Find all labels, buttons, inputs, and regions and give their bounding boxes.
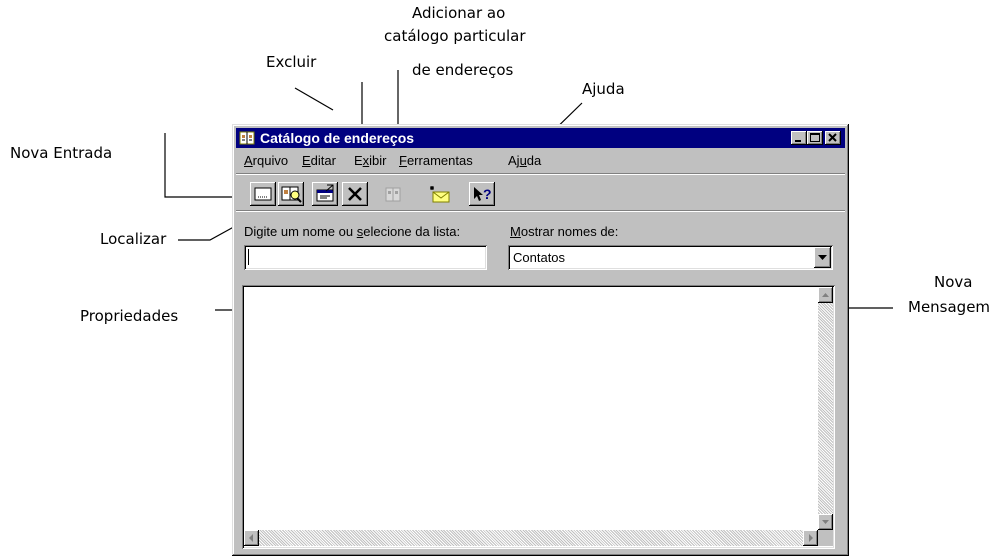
new-entry-button[interactable]: [250, 182, 276, 206]
scroll-down-button[interactable]: [818, 514, 833, 530]
label-nova-entrada: Nova Entrada: [10, 144, 113, 162]
label-propriedades: Propriedades: [80, 307, 179, 325]
menu-separator: [236, 173, 845, 175]
arrow-left-icon: [249, 534, 253, 542]
delete-button[interactable]: [342, 182, 368, 206]
menu-ajuda[interactable]: Ajuda: [508, 153, 541, 169]
menu-ferramentas[interactable]: Ferramentas: [399, 153, 473, 169]
properties-icon: [316, 184, 334, 202]
menu-exibir[interactable]: Exibir: [354, 153, 387, 169]
horizontal-scrollbar[interactable]: [244, 530, 818, 546]
properties-button[interactable]: [312, 182, 338, 206]
show-names-select[interactable]: Contatos: [508, 245, 833, 270]
label-adicionar-2: catálogo particular: [384, 27, 526, 45]
scroll-right-button[interactable]: [803, 530, 818, 546]
delete-icon: [348, 187, 362, 201]
address-book-icon: [239, 131, 255, 145]
close-icon: [828, 133, 837, 142]
size-grip: [818, 530, 833, 546]
address-book-window: Catálogo de endereços Arquivo Editar Exi…: [232, 124, 849, 556]
label-excluir: Excluir: [266, 53, 317, 71]
label-adicionar-1: Adicionar ao: [412, 4, 506, 22]
add-to-personal-book-button[interactable]: [380, 182, 406, 206]
maximize-icon: [810, 133, 820, 142]
label-adicionar-3: de endereços: [412, 61, 514, 79]
whats-this-help-icon: ?: [474, 186, 492, 202]
help-button[interactable]: ?: [469, 182, 495, 206]
toolbar-separator: [236, 210, 845, 212]
search-label: Digite um nome ou selecione da lista:: [244, 224, 461, 239]
menu-bar: Arquivo Editar Exibir Ferramentas Ajuda: [236, 151, 845, 171]
dropdown-button[interactable]: [814, 247, 831, 268]
new-message-button[interactable]: [427, 182, 453, 206]
scroll-left-button[interactable]: [244, 530, 259, 546]
label-ajuda: Ajuda: [582, 80, 625, 98]
contacts-list[interactable]: [242, 285, 835, 549]
add-to-personal-book-icon: [385, 187, 401, 202]
show-names-value: Contatos: [513, 250, 566, 265]
scroll-up-button[interactable]: [818, 287, 833, 303]
new-message-icon: [430, 186, 450, 203]
minimize-button[interactable]: [791, 131, 807, 145]
arrow-down-icon: [822, 520, 829, 524]
menu-arquivo[interactable]: Arquivo: [244, 153, 288, 169]
label-nova-mensagem-2: Mensagem: [908, 298, 991, 316]
show-names-label: Mostrar nomes de:: [510, 224, 619, 239]
vertical-scrollbar[interactable]: [818, 287, 833, 530]
arrow-up-icon: [822, 293, 829, 297]
maximize-button[interactable]: [807, 131, 823, 145]
menu-editar[interactable]: Editar: [302, 153, 336, 169]
arrow-right-icon: [809, 534, 813, 542]
search-input[interactable]: [244, 245, 487, 270]
title-bar[interactable]: Catálogo de endereços: [236, 128, 845, 148]
label-nova-mensagem-1: Nova: [934, 273, 973, 291]
chevron-down-icon: [818, 255, 827, 260]
window-title: Catálogo de endereços: [260, 130, 415, 146]
label-localizar: Localizar: [100, 230, 167, 248]
new-contact-icon: [254, 187, 272, 201]
find-button[interactable]: [278, 182, 304, 206]
text-caret: [248, 249, 249, 265]
minimize-icon: [795, 140, 801, 142]
close-button[interactable]: [825, 131, 841, 145]
find-people-icon: [281, 186, 302, 203]
svg-text:?: ?: [483, 186, 492, 202]
